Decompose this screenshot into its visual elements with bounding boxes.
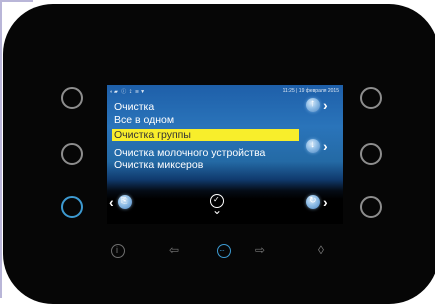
info-button[interactable]: i [111,244,125,258]
frame-edge-left [0,0,2,298]
chevron-down-icon: ⌄ [212,203,223,217]
chevron-left-icon: ‹ [109,194,114,210]
status-bar: ◐▰ ⓘ ⟟ ≋▼ 11:25 | 19 февраля 2015 [107,87,343,96]
scroll-down-button[interactable]: ↓ [306,139,320,153]
menu-item-milk-device-cleaning[interactable]: Очистка молочного устройства [114,147,265,159]
arrow-left-icon[interactable]: ⇦ [169,243,179,257]
refresh-icon: ↻ [309,195,317,205]
status-datetime: 11:25 | 19 февраля 2015 [282,88,339,94]
right-button-top[interactable] [360,87,382,109]
refresh-button[interactable]: ↻ [306,195,320,209]
scroll-up-button[interactable]: ↑ [306,98,320,112]
chevron-right-icon: › [323,97,328,113]
status-icons: ◐▰ ⓘ ⟟ ≋▼ [110,89,147,95]
left-button-bottom[interactable] [61,196,83,218]
menu-item-group-cleaning[interactable]: Очистка группы [112,129,299,141]
info-icon: i [116,245,118,255]
frame-edge-top [0,0,33,2]
arrow-up-icon: ↑ [310,98,315,109]
arrow-down-icon: ↓ [310,139,315,150]
right-button-middle[interactable] [360,143,382,165]
chevron-right-icon: › [323,194,328,210]
chevron-right-icon: › [323,138,328,154]
back-button[interactable]: ⎘ [118,195,132,209]
menu-item-all-in-one[interactable]: Все в одном [114,114,174,126]
back-icon: ⎘ [121,196,128,205]
left-button-top[interactable] [61,87,83,109]
right-button-bottom[interactable] [360,196,382,218]
menu-title: Очистка [114,101,155,113]
menu-item-mixer-cleaning[interactable]: Очистка миксеров [114,159,203,171]
left-button-middle[interactable] [61,143,83,165]
dots-icon: ··· [219,246,225,255]
drop-icon[interactable]: ◊ [318,243,324,257]
arrow-right-icon[interactable]: ⇨ [255,243,265,257]
menu-button[interactable]: ··· [217,244,231,258]
display-screen: ◐▰ ⓘ ⟟ ≋▼ 11:25 | 19 февраля 2015 Очистк… [107,85,343,224]
